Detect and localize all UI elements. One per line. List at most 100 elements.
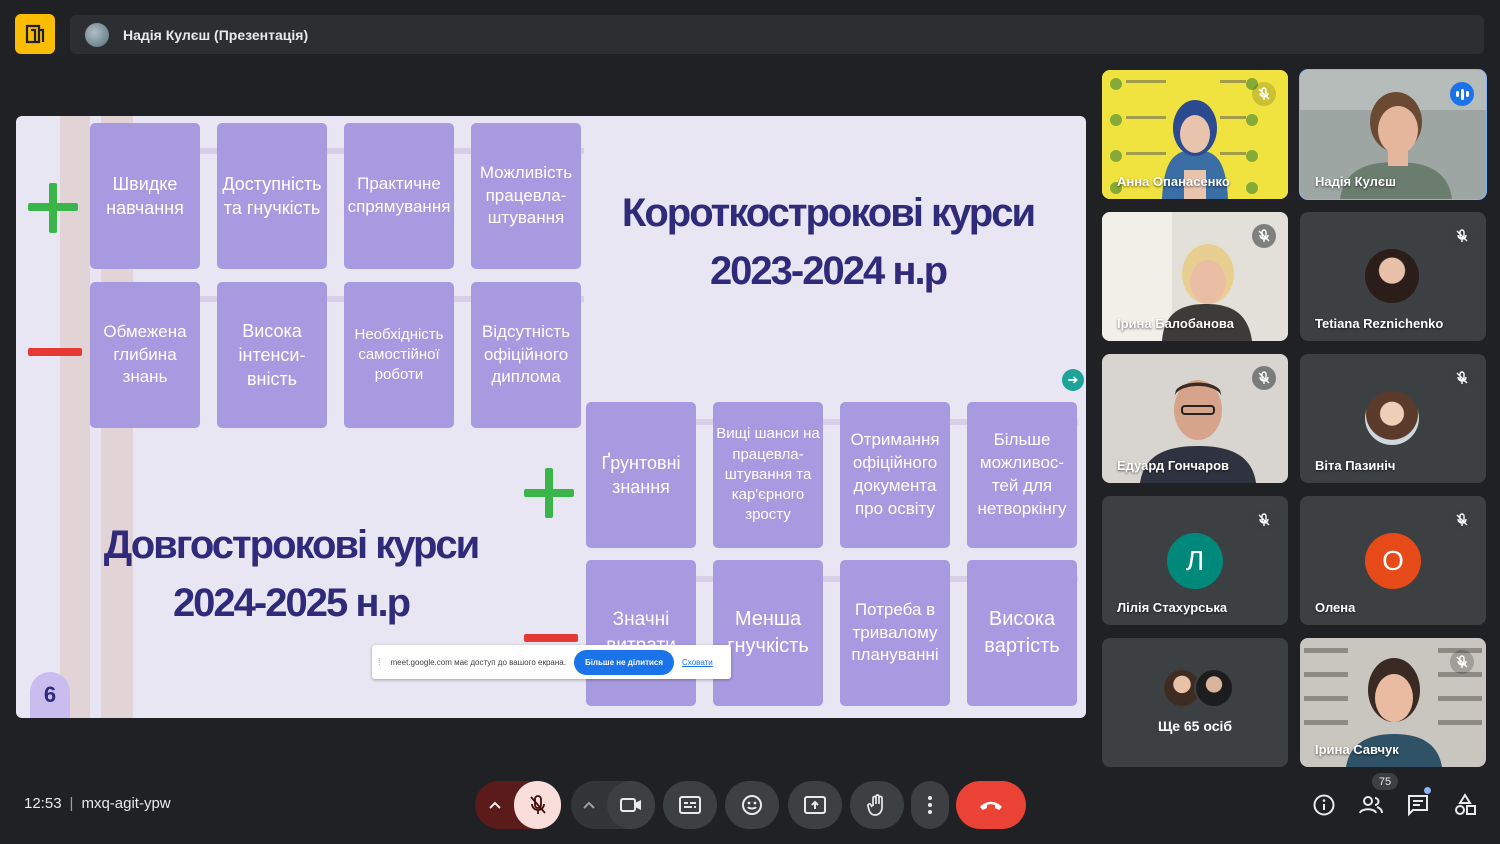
participant-name: Анна Опанасенко xyxy=(1117,174,1230,189)
more-participants-tile[interactable]: Ще 65 осіб xyxy=(1102,638,1288,767)
participant-tile[interactable]: Л Лілія Стахурська xyxy=(1102,496,1288,625)
short-pro-1: Швидке навчання xyxy=(90,123,200,269)
participant-name: Едуард Гончаров xyxy=(1117,458,1230,473)
long-pro-3: Отримання офіційного документа про освіт… xyxy=(840,402,950,548)
participant-tile[interactable]: Віта Пазиніч xyxy=(1300,354,1486,483)
speaking-indicator-icon xyxy=(1450,82,1474,106)
short-con-4: Відсутність офіційного диплома xyxy=(471,282,581,428)
short-pro-2: Доступність та гнучкість xyxy=(217,123,327,269)
minus-icon xyxy=(28,348,82,356)
long-con-3: Потреба в тривалому плануванні xyxy=(840,560,950,706)
present-screen-icon xyxy=(804,796,826,814)
mic-control-group xyxy=(475,781,561,829)
mic-off-icon xyxy=(1252,82,1276,106)
meeting-info: 12:53 | mxq-agit-ypw xyxy=(24,795,171,812)
more-participants-label: Ще 65 осіб xyxy=(1157,718,1233,734)
raise-hand-button[interactable] xyxy=(850,781,904,829)
info-icon xyxy=(1313,794,1335,816)
participant-tile[interactable]: Ірина Балобанова xyxy=(1102,212,1288,341)
minus-icon xyxy=(524,634,578,642)
avatar: О xyxy=(1365,533,1421,589)
participant-tile[interactable]: Ірина Савчук xyxy=(1300,638,1486,767)
presenter-bar[interactable]: Надія Кулєш (Презентація) xyxy=(70,15,1484,54)
chat-button[interactable] xyxy=(1406,787,1431,822)
avatar xyxy=(1365,391,1419,445)
captions-icon xyxy=(679,796,701,814)
short-con-3: Необхідність самостійної роботи xyxy=(344,282,454,428)
mic-options-chevron-icon[interactable] xyxy=(475,781,515,829)
camera-icon xyxy=(620,798,641,812)
camera-options-chevron-icon[interactable] xyxy=(571,801,607,809)
share-message: meet.google.com має доступ до вашого екр… xyxy=(390,657,566,667)
participant-name: Ірина Савчук xyxy=(1315,742,1399,757)
participant-tile[interactable]: Едуард Гончаров xyxy=(1102,354,1288,483)
short-con-2: Висока інтенси-вність xyxy=(217,282,327,428)
slide-title-short-line1: Короткострокові курси xyxy=(621,191,1036,235)
mic-off-icon xyxy=(1252,224,1276,248)
chat-icon xyxy=(1408,795,1428,817)
end-call-icon xyxy=(980,801,1002,810)
participant-tile[interactable]: О Олена xyxy=(1300,496,1486,625)
long-pro-2: Вищі шанси на працевла-штування та кар'є… xyxy=(713,402,823,548)
people-button[interactable] xyxy=(1358,793,1384,822)
leave-call-button[interactable] xyxy=(956,781,1026,829)
mic-off-icon xyxy=(1450,224,1474,248)
slide-title-long-line2: 2024-2025 н.р xyxy=(172,581,411,625)
short-pro-3: Практичне спрямування xyxy=(344,123,454,269)
mic-off-icon xyxy=(1450,508,1474,532)
mic-off-icon xyxy=(529,795,546,814)
presentation-slide: Швидке навчання Доступність та гнучкість… xyxy=(16,116,1086,718)
reactions-button[interactable] xyxy=(725,781,779,829)
participant-name: Віта Пазиніч xyxy=(1315,458,1396,473)
camera-control-group xyxy=(571,781,655,829)
participant-name: Надія Кулєш xyxy=(1315,174,1396,189)
short-con-1: Обмежена глибина знань xyxy=(90,282,200,428)
activities-button[interactable] xyxy=(1453,793,1477,822)
emoji-icon xyxy=(742,795,762,815)
participant-tile[interactable]: Tetiana Reznichenko xyxy=(1300,212,1486,341)
participant-count-badge: 75 xyxy=(1372,773,1398,790)
slide-title-short: Короткострокові курси 2023-2024 н.р xyxy=(598,184,1058,300)
people-icon xyxy=(1359,796,1383,814)
mic-off-icon xyxy=(1252,508,1276,532)
arrow-right-icon[interactable]: ➔ xyxy=(1062,369,1084,391)
participant-name: Олена xyxy=(1315,600,1356,615)
avatar xyxy=(1365,249,1419,303)
long-con-4: Висока вартість xyxy=(967,560,1077,706)
long-pro-4: Більше можливос-тей для нетворкінгу xyxy=(967,402,1077,548)
stop-sharing-button[interactable]: Більше не ділитися xyxy=(573,649,675,675)
camera-toggle-button[interactable] xyxy=(607,781,655,829)
captions-button[interactable] xyxy=(663,781,717,829)
plus-icon xyxy=(28,183,78,233)
chat-unread-dot xyxy=(1424,787,1431,794)
mic-off-icon xyxy=(1252,366,1276,390)
meeting-details-button[interactable] xyxy=(1312,793,1336,822)
participant-tile-active-speaker[interactable]: Надія Кулєш xyxy=(1299,69,1487,200)
drag-handle-icon[interactable]: ⁞ xyxy=(378,657,381,667)
presenter-name: Надія Кулєш (Презентація) xyxy=(123,26,309,43)
mic-toggle-button[interactable] xyxy=(514,781,561,829)
participant-tile[interactable]: Анна Опанасенко xyxy=(1102,70,1288,199)
mic-off-icon xyxy=(1450,366,1474,390)
participant-name: Tetiana Reznichenko xyxy=(1315,316,1444,331)
meeting-time: 12:53 xyxy=(24,795,62,812)
activities-icon xyxy=(1455,793,1476,815)
slide-page-number: 6 xyxy=(30,672,70,718)
meet-logo-icon xyxy=(15,14,55,54)
slide-title-short-line2: 2023-2024 н.р xyxy=(709,249,948,293)
short-pro-4: Можливість працевла-штування xyxy=(471,123,581,269)
mic-off-icon xyxy=(1450,650,1474,674)
more-vert-icon xyxy=(928,796,932,814)
participant-name: Лілія Стахурська xyxy=(1117,600,1228,615)
more-options-button[interactable] xyxy=(911,781,949,829)
long-pro-1: Ґрунтовні знання xyxy=(586,402,696,548)
long-con-1: Значні витрати xyxy=(586,560,696,706)
present-screen-button[interactable] xyxy=(788,781,842,829)
long-con-2: Менша гнучкість xyxy=(713,560,823,706)
presenter-avatar xyxy=(85,22,109,47)
avatar xyxy=(1194,668,1234,708)
avatar: Л xyxy=(1167,533,1223,589)
hide-notice-link[interactable]: Сховати xyxy=(682,658,713,667)
slide-title-long-line1: Довгострокові курси xyxy=(103,523,481,567)
plus-icon xyxy=(524,468,574,518)
